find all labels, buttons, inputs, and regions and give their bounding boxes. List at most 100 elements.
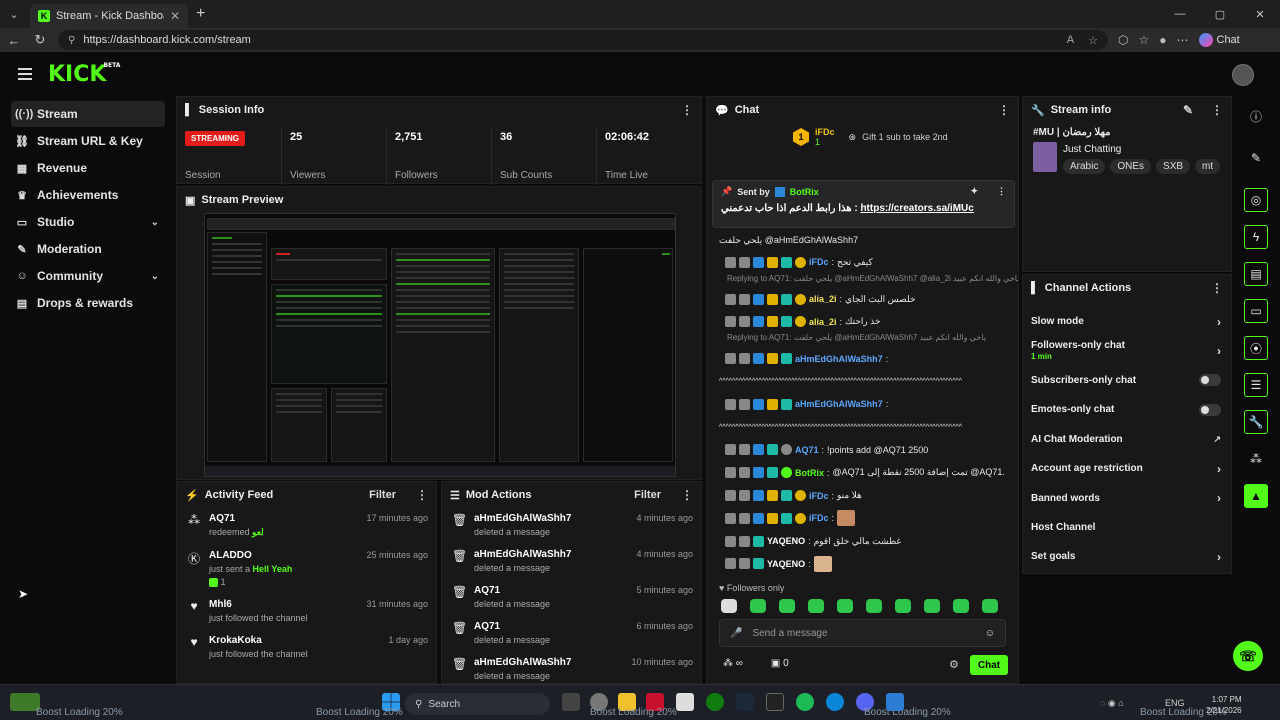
taskbar-search[interactable]: ⚲ Search bbox=[405, 693, 550, 715]
sidebar-item-community[interactable]: ☺ Community ⌄ bbox=[11, 263, 165, 289]
chat-input[interactable]: 🎤 Send a message ☺ bbox=[719, 619, 1006, 647]
set-goals-action[interactable]: Set goals › bbox=[1023, 542, 1231, 571]
game-icon[interactable]: ▲ bbox=[1244, 484, 1268, 508]
more-menu-icon[interactable]: ⋯ bbox=[1177, 33, 1189, 47]
favorite-star-icon[interactable]: ☆ bbox=[1088, 34, 1098, 47]
send-chat-button[interactable]: Chat bbox=[970, 655, 1008, 675]
tab-list-icon[interactable]: ⌄ bbox=[0, 0, 28, 28]
url-field[interactable]: ⚲ https://dashboard.kick.com/stream A ☆ bbox=[58, 30, 1108, 50]
emote-button[interactable] bbox=[779, 599, 795, 613]
more-options-icon[interactable]: ⋮ bbox=[998, 103, 1010, 117]
back-icon[interactable]: ← bbox=[6, 33, 22, 48]
points-balance[interactable]: ⁂ ∞ bbox=[723, 658, 743, 669]
security-icon[interactable] bbox=[886, 693, 904, 711]
read-aloud-icon[interactable]: A bbox=[1067, 34, 1074, 46]
system-clock[interactable]: 1:07 PM 2/21/2026 bbox=[1206, 694, 1242, 716]
sidebar-item-achievements[interactable]: ♛ Achievements bbox=[11, 182, 165, 208]
kick-logo[interactable]: KICK BETA bbox=[48, 62, 120, 87]
preview-taskbar bbox=[205, 466, 675, 476]
reply-context[interactable]: Replying to AQ71: يلحي حلفت @aHmEdGhAlWa… bbox=[707, 274, 1018, 288]
points-icon: ⁂ bbox=[188, 513, 200, 527]
emote-button[interactable] bbox=[866, 599, 882, 613]
gift-balance[interactable]: ▣ 0 bbox=[771, 658, 789, 669]
more-options-icon[interactable]: ⋮ bbox=[681, 488, 693, 502]
emotes-only-toggle[interactable] bbox=[1199, 403, 1221, 416]
refresh-icon[interactable]: ↻ bbox=[32, 32, 48, 48]
host-channel-action[interactable]: Host Channel bbox=[1023, 513, 1231, 542]
edit-icon[interactable]: ✎ bbox=[1244, 146, 1268, 170]
sidebar-item-drops-rewards[interactable]: ▤ Drops & rewards bbox=[11, 290, 165, 316]
emote-button[interactable] bbox=[953, 599, 969, 613]
sidebar-item-studio[interactable]: ▭ Studio ⌄ bbox=[11, 209, 165, 235]
profile-avatar[interactable]: ● bbox=[1159, 33, 1166, 47]
account-age-action[interactable]: Account age restriction › bbox=[1023, 454, 1231, 483]
chat-settings-gear-icon[interactable]: ⚙ bbox=[949, 658, 959, 671]
tray-icons[interactable]: ◌ ◉ ⌂ bbox=[1100, 698, 1124, 709]
emoji-icon[interactable]: ☺ bbox=[985, 628, 995, 639]
edge-icon[interactable] bbox=[826, 693, 844, 711]
more-options-icon[interactable]: ⋮ bbox=[416, 488, 428, 502]
reply-context[interactable]: Replying to AQ71: يلحي حلفت @aHmEdGhAlWa… bbox=[707, 333, 1018, 347]
lightning-icon[interactable]: ϟ bbox=[1244, 225, 1268, 249]
epic-games-icon[interactable] bbox=[766, 693, 784, 711]
copilot-chat-button[interactable]: Chat bbox=[1198, 33, 1240, 47]
xbox-icon[interactable] bbox=[706, 693, 724, 711]
followers-only-action[interactable]: Followers-only chat 1 min › bbox=[1023, 336, 1231, 365]
emote-button[interactable] bbox=[895, 599, 911, 613]
chat-icon[interactable]: ▭ bbox=[1244, 299, 1268, 323]
steam-icon[interactable] bbox=[736, 693, 754, 711]
more-options-icon[interactable]: ⋮ bbox=[1211, 103, 1223, 117]
broadcast-icon[interactable]: ⦿ bbox=[1244, 336, 1268, 360]
info-icon[interactable]: ⓘ bbox=[1244, 104, 1268, 128]
favorites-icon[interactable]: ☆ bbox=[1138, 33, 1149, 47]
emote-button[interactable] bbox=[982, 599, 998, 613]
screenshot-icon[interactable]: ◎ bbox=[1244, 188, 1268, 212]
top-gifter-name[interactable]: iFDc bbox=[815, 127, 835, 137]
window-controls: — ▢ ✕ bbox=[1160, 0, 1280, 28]
stream-preview-video[interactable] bbox=[204, 213, 676, 477]
ai-moderation-action[interactable]: AI Chat Moderation ↗ bbox=[1023, 425, 1231, 454]
points-icon[interactable]: ⁂ bbox=[1244, 447, 1268, 471]
mod-actions-icon[interactable]: ☰ bbox=[1244, 373, 1268, 397]
task-view-icon[interactable] bbox=[562, 693, 580, 711]
site-info-icon[interactable]: ⚲ bbox=[68, 35, 75, 46]
browser-tab[interactable]: K Stream - Kick Dashboard ✕ bbox=[30, 4, 188, 28]
spotify-icon[interactable] bbox=[796, 693, 814, 711]
filter-button[interactable]: Filter bbox=[369, 489, 396, 501]
sidebar-item-stream-url-key[interactable]: ⛓ Stream URL & Key bbox=[11, 128, 165, 154]
emote-button[interactable] bbox=[721, 599, 737, 613]
more-options-icon[interactable]: ⋮ bbox=[1211, 281, 1223, 295]
emote-button[interactable] bbox=[750, 599, 766, 613]
maximize-icon[interactable]: ▢ bbox=[1200, 0, 1240, 28]
category-name[interactable]: Just Chatting bbox=[1063, 144, 1221, 155]
document-icon[interactable]: ▤ bbox=[1244, 262, 1268, 286]
sidebar-item-stream[interactable]: ((·)) Stream bbox=[11, 101, 165, 127]
gift-prompt[interactable]: Gift 1 sub to take 2nd bbox=[862, 132, 948, 142]
list-item: ♥ Mhl6 just followed the channel 31 minu… bbox=[177, 594, 436, 630]
hamburger-menu-icon[interactable] bbox=[18, 68, 32, 80]
more-options-icon[interactable]: ⋮ bbox=[681, 103, 693, 117]
emote-button[interactable] bbox=[924, 599, 940, 613]
microphone-icon[interactable]: 🎤 bbox=[730, 628, 742, 639]
subscribers-only-toggle[interactable] bbox=[1199, 374, 1221, 387]
more-options-icon[interactable]: ⋮ bbox=[997, 186, 1006, 197]
sidebar-item-moderation[interactable]: ✎ Moderation bbox=[11, 236, 165, 262]
banned-words-action[interactable]: Banned words › bbox=[1023, 483, 1231, 512]
new-tab-icon[interactable]: + bbox=[196, 5, 205, 23]
emote-button[interactable] bbox=[837, 599, 853, 613]
emote-button[interactable] bbox=[808, 599, 824, 613]
close-window-icon[interactable]: ✕ bbox=[1240, 0, 1280, 28]
help-support-icon[interactable]: ☏ bbox=[1233, 641, 1263, 671]
extensions-icon[interactable]: ⬡ bbox=[1118, 33, 1128, 47]
edit-pencil-icon[interactable]: ✎ bbox=[1183, 103, 1193, 117]
wrench-icon[interactable]: 🔧 bbox=[1244, 410, 1268, 434]
user-avatar[interactable] bbox=[1232, 64, 1254, 86]
pin-toggle-icon[interactable]: ✦ bbox=[970, 186, 978, 197]
store-icon[interactable] bbox=[676, 693, 694, 711]
filter-button[interactable]: Filter bbox=[634, 489, 661, 501]
pinned-link[interactable]: https://creators.sa/iMUc bbox=[860, 203, 973, 214]
close-tab-icon[interactable]: ✕ bbox=[170, 9, 180, 23]
sidebar-item-revenue[interactable]: ▦ Revenue bbox=[11, 155, 165, 181]
slow-mode-action[interactable]: Slow mode › bbox=[1023, 307, 1231, 336]
minimize-icon[interactable]: — bbox=[1160, 0, 1200, 28]
